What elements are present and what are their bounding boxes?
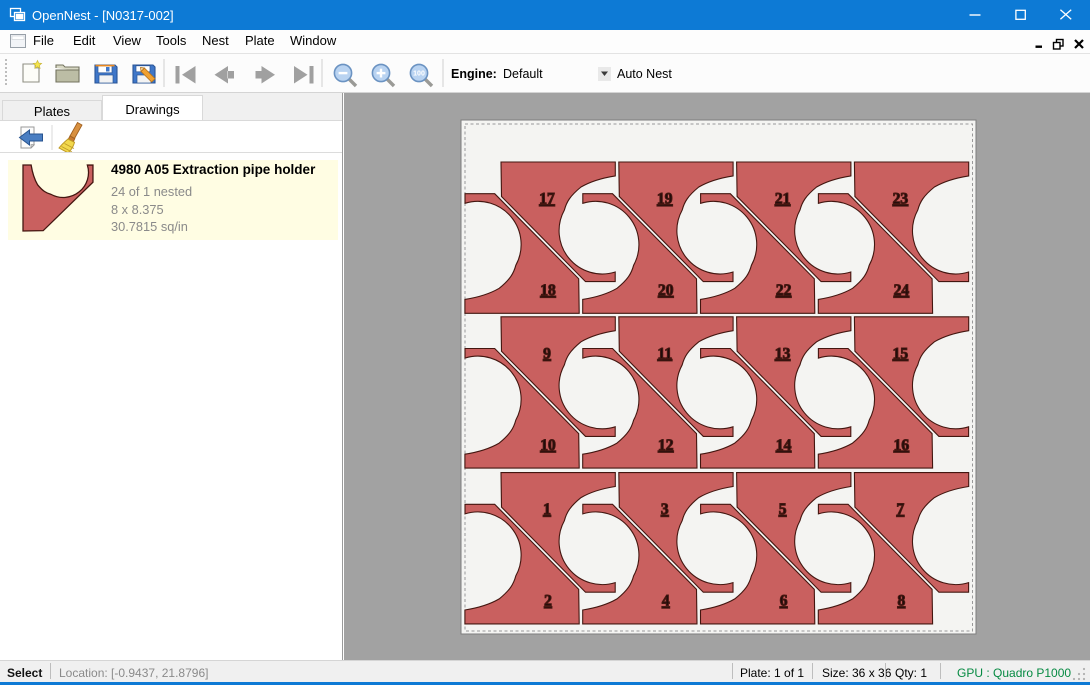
svg-text:3: 3	[661, 501, 669, 518]
svg-text:7: 7	[897, 501, 905, 518]
svg-text:18: 18	[540, 282, 556, 299]
svg-text:100: 100	[413, 71, 425, 78]
svg-text:13: 13	[775, 345, 791, 362]
svg-text:14: 14	[776, 437, 792, 454]
svg-text:4: 4	[662, 593, 670, 610]
svg-text:10: 10	[540, 437, 556, 454]
svg-text:12: 12	[658, 437, 674, 454]
svg-text:22: 22	[776, 282, 792, 299]
svg-text:1: 1	[543, 501, 551, 518]
svg-text:6: 6	[780, 593, 788, 610]
svg-text:9: 9	[543, 345, 551, 362]
svg-text:19: 19	[657, 191, 673, 208]
svg-text:15: 15	[893, 345, 909, 362]
svg-text:20: 20	[658, 282, 674, 299]
svg-text:11: 11	[657, 345, 672, 362]
svg-text:21: 21	[775, 191, 791, 208]
svg-text:2: 2	[544, 593, 552, 610]
svg-text:8: 8	[898, 593, 906, 610]
svg-text:23: 23	[893, 191, 909, 208]
svg-text:24: 24	[894, 282, 910, 299]
svg-text:5: 5	[779, 501, 787, 518]
svg-text:17: 17	[539, 191, 555, 208]
svg-text:16: 16	[894, 437, 910, 454]
